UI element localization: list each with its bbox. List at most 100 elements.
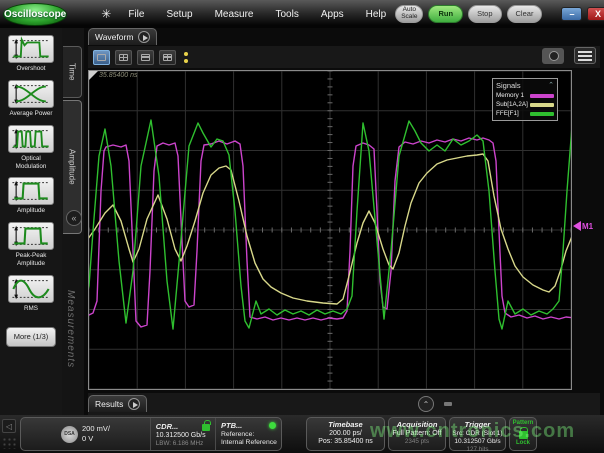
layout-six-icon — [163, 54, 172, 61]
trigger-panel[interactable]: Trigger Src: CDR (Slot 1) 10.312507 Gb/s… — [449, 417, 506, 451]
oscilloscope-app: Oscilloscope ✳ FileSetup MeasureTools Apps… — [0, 0, 604, 453]
hamburger-menu-icon[interactable] — [574, 47, 596, 64]
titlebar-buttons: Auto Scale Run Stop Clear – X — [395, 5, 604, 23]
title-bar: Oscilloscope ✳ FileSetup MeasureTools Apps… — [0, 0, 604, 28]
splitter-handle[interactable] — [184, 52, 188, 63]
menu-setup[interactable]: Setup — [157, 6, 201, 23]
menu-measure[interactable]: Measure — [206, 6, 263, 23]
pattern-lock-icon — [519, 431, 528, 439]
measurement-amplitude[interactable]: Amplitude — [0, 177, 62, 215]
auto-scale-button[interactable]: Auto Scale — [395, 5, 423, 23]
acquisition-panel[interactable]: Acquisition Full Pattern: Off 2345 pts — [388, 417, 446, 451]
acquisition-pattern: Full Pattern: Off — [389, 430, 445, 437]
waveform-area: Waveform 35.85400 ns Signals ⌃ Memory 1 S… — [84, 28, 604, 415]
marker-m1[interactable]: M1 — [573, 221, 593, 231]
signals-legend[interactable]: Signals ⌃ Memory 1Sub[1A,2A]FFE[F1] — [492, 78, 558, 121]
marker-m1-arrow-icon — [573, 221, 581, 231]
trigger-hits: 127 hits — [450, 446, 505, 453]
legend-entry: Memory 1 — [496, 92, 554, 99]
amplitude-icon — [8, 177, 54, 205]
measurement-label: RMS — [24, 305, 38, 313]
ptb-reference-label: Reference: — [221, 431, 276, 438]
waveform-tab[interactable]: Waveform — [88, 28, 157, 45]
waveform-tab-menu-icon[interactable] — [138, 31, 150, 43]
legend-entry: Sub[1A,2A] — [496, 101, 554, 108]
waveform-tab-label: Waveform — [95, 32, 133, 42]
cdr-lock-icon — [202, 424, 210, 431]
measurement-optmod[interactable]: Optical Modulation — [0, 125, 62, 171]
minimize-button[interactable]: – — [561, 7, 582, 21]
optmod-icon — [8, 125, 54, 153]
ptb-reference-value: Internal Reference — [221, 439, 276, 446]
menu-bar: FileSetup MeasureTools AppsHelp — [119, 6, 395, 23]
measurement-rms[interactable]: RMS — [0, 275, 62, 313]
ptb-block[interactable]: PTB... Reference: Internal Reference — [215, 418, 281, 450]
peakpeak-icon — [8, 222, 54, 250]
stop-button[interactable]: Stop — [468, 5, 501, 23]
results-collapse-button[interactable]: ⌃ — [418, 396, 434, 412]
layout-rows-button[interactable] — [137, 50, 154, 65]
results-resize-icon[interactable] — [444, 402, 452, 406]
channel-block[interactable]: DSA 200 mV/ 0 V — [21, 418, 150, 450]
overshoot-icon — [8, 35, 54, 63]
menu-help[interactable]: Help — [357, 6, 396, 23]
menu-tools[interactable]: Tools — [266, 6, 307, 23]
results-tab-menu-icon[interactable] — [128, 398, 140, 410]
measurement-avgpower[interactable]: Average Power — [0, 80, 62, 118]
busy-indicator-icon: ✳ — [101, 7, 111, 21]
channel-panel-group: DSA 200 mV/ 0 V CDR... 10.312500 Gb/s LB… — [20, 417, 282, 451]
rms-icon — [8, 275, 54, 303]
legend-rows: Memory 1Sub[1A,2A]FFE[F1] — [496, 92, 554, 117]
close-button[interactable]: X — [587, 7, 604, 21]
measurement-label: Amplitude — [17, 207, 45, 215]
acquisition-title: Acquisition — [389, 420, 445, 429]
camera-icon[interactable] — [542, 48, 564, 64]
menu-apps[interactable]: Apps — [312, 6, 353, 23]
statusbar-scroll-left-button[interactable]: ◁ — [2, 419, 16, 433]
timebase-position: Pos: 35.85400 ns — [307, 438, 384, 445]
waveform-plot[interactable]: 35.85400 ns Signals ⌃ Memory 1 Sub[1A,2A]… — [88, 70, 572, 390]
measurement-overshoot[interactable]: Overshoot — [0, 35, 62, 73]
results-tab[interactable]: Results — [88, 395, 147, 412]
ptb-status-led — [269, 422, 276, 429]
sidebar-tab-column: Time Amplitude « Measurements — [62, 28, 84, 415]
layout-rows-icon — [141, 54, 150, 61]
timebase-scale: 200.00 ps/ — [307, 430, 384, 437]
tab-time-label: Time — [68, 63, 77, 80]
legend-entry-label: Memory 1 — [496, 92, 524, 99]
layout-single-icon — [97, 54, 106, 61]
layout-quad-button[interactable] — [115, 50, 132, 65]
dsa-badge: DSA — [61, 426, 78, 443]
more-measurements-button[interactable]: More (1/3) — [6, 327, 56, 347]
measurements-sidebar: Overshoot Average Power Optical Modulation… — [0, 28, 62, 415]
avgpower-icon — [8, 80, 54, 108]
cdr-block[interactable]: CDR... 10.312500 Gb/s LBW: 6.186 MHz — [150, 418, 215, 450]
waveform-toolbar — [88, 46, 600, 68]
legend-collapse-icon[interactable]: ⌃ — [548, 81, 554, 90]
pattern-lock-top-label: Pattern — [510, 420, 536, 426]
clear-button[interactable]: Clear — [507, 5, 543, 23]
measurement-label: Average Power — [10, 110, 53, 118]
pattern-lock-button[interactable]: Pattern Lock — [509, 417, 537, 451]
sidebar-collapse-button[interactable]: « — [66, 210, 82, 226]
trigger-source: Src: CDR (Slot 1) — [450, 430, 505, 437]
measurement-peakpeak[interactable]: Peak-Peak Amplitude — [0, 222, 62, 268]
legend-title: Signals — [496, 81, 521, 90]
statusbar-grid-icon[interactable] — [2, 437, 16, 449]
timebase-position-label: 35.85400 ns — [99, 72, 138, 79]
layout-six-button[interactable] — [159, 50, 176, 65]
menu-file[interactable]: File — [119, 6, 153, 23]
legend-entry-swatch — [530, 112, 554, 116]
app-logo: Oscilloscope — [3, 3, 67, 26]
tab-amplitude-label: Amplitude — [68, 149, 77, 185]
run-button[interactable]: Run — [428, 5, 463, 23]
trigger-rate: 10.312507 Gb/s — [450, 438, 505, 445]
legend-entry-swatch — [530, 103, 554, 107]
layout-single-button[interactable] — [93, 50, 110, 65]
cdr-lbw: LBW: 6.186 MHz — [156, 440, 210, 447]
tab-time[interactable]: Time — [63, 46, 82, 98]
measurement-label: Peak-Peak Amplitude — [16, 252, 47, 268]
channel-scale: 200 mV/ — [82, 424, 110, 434]
results-bar: Results ⌃ — [88, 393, 600, 415]
timebase-panel[interactable]: Timebase 200.00 ps/ Pos: 35.85400 ns — [306, 417, 385, 451]
